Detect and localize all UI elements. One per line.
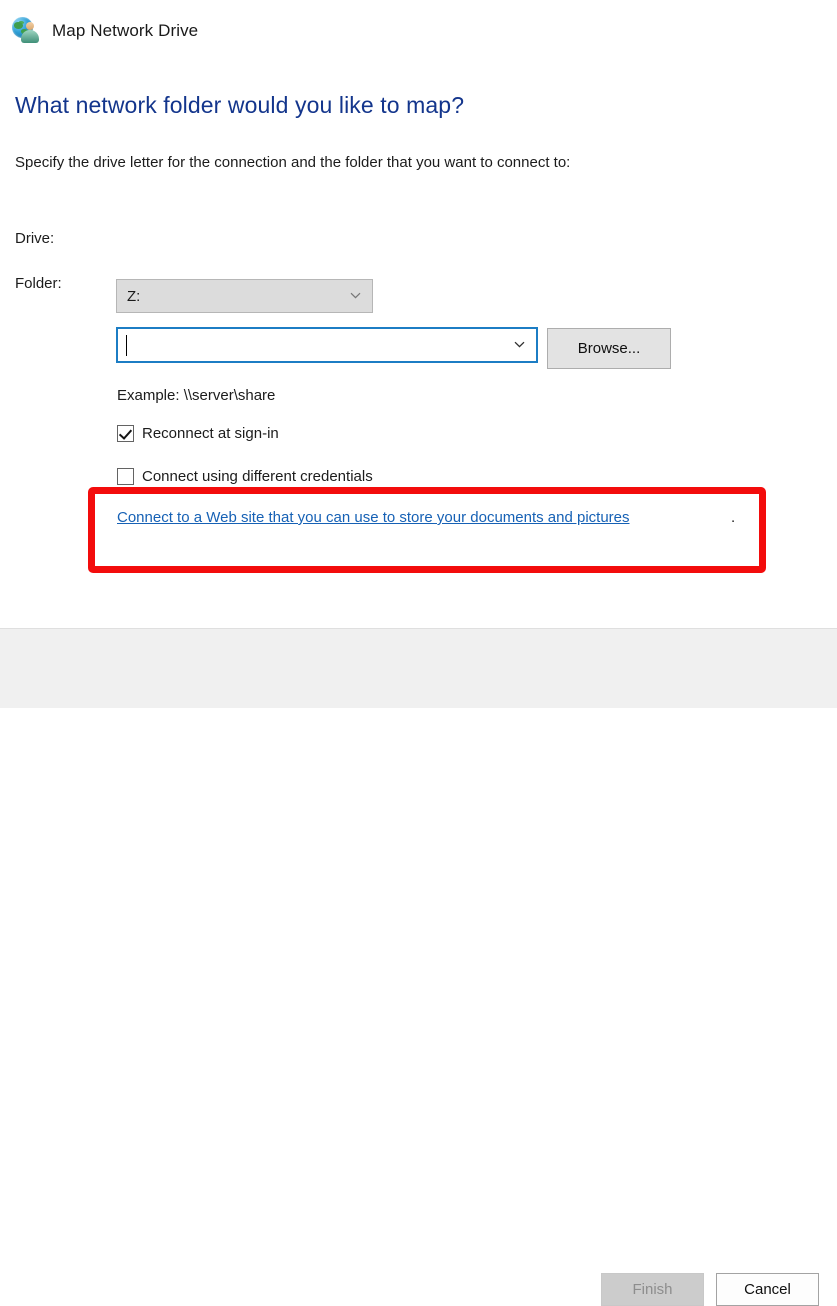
drive-select[interactable]: Z: [116,279,373,313]
chevron-down-icon[interactable] [514,339,525,350]
annotation-highlight-rectangle [88,487,766,573]
folder-example-text: Example: \\server\share [117,387,276,404]
connect-different-credentials-label: Connect using different credentials [142,468,373,485]
dialog-content: What network folder would you like to ma… [0,62,837,628]
person-head-shape [26,22,34,30]
folder-combobox[interactable] [116,327,538,363]
text-caret [126,335,127,356]
connect-different-credentials-row[interactable]: Connect using different credentials [117,468,373,485]
reconnect-at-signin-checkbox[interactable] [117,425,134,442]
window-titlebar: Map Network Drive [0,0,837,62]
chevron-down-icon [350,290,361,301]
page-title: What network folder would you like to ma… [15,92,465,118]
network-drive-globe-person-icon [12,16,42,46]
reconnect-at-signin-row[interactable]: Reconnect at sign-in [117,425,279,442]
page-subtitle: Specify the drive letter for the connect… [15,154,571,171]
link-trailing-period: . [731,509,736,526]
dialog-footer: Finish Cancel [0,628,837,1306]
drive-label: Drive: [15,230,55,247]
connect-to-web-site-link[interactable]: Connect to a Web site that you can use t… [117,509,630,526]
person-body-shape [21,30,39,43]
reconnect-at-signin-label: Reconnect at sign-in [142,425,279,442]
folder-label: Folder: [15,275,62,292]
finish-button[interactable]: Finish [601,1273,704,1306]
connect-different-credentials-checkbox[interactable] [117,468,134,485]
window-title: Map Network Drive [52,21,199,40]
drive-selected-value: Z: [127,287,141,305]
cancel-button[interactable]: Cancel [716,1273,819,1306]
browse-button[interactable]: Browse... [547,328,671,369]
